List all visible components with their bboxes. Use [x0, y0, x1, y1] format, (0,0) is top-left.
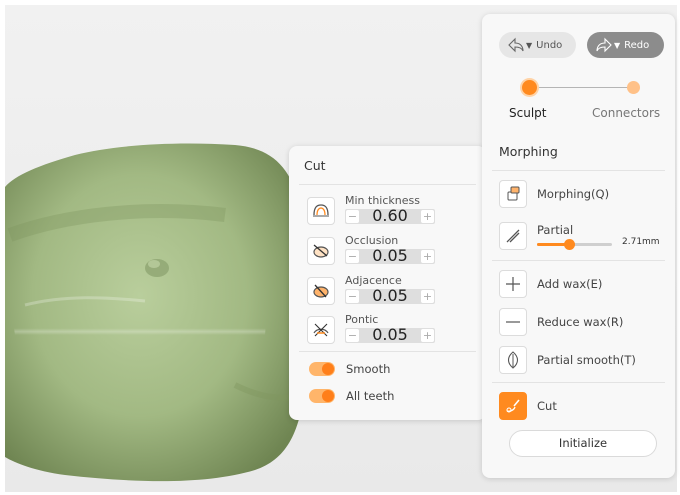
- smooth-label: Smooth: [346, 362, 391, 376]
- undo-label: Undo: [536, 39, 563, 51]
- tools-panel: ▼ Undo ▼ Redo Sculpt Connectors Morphing…: [482, 14, 675, 478]
- all-teeth-toggle-row: All teeth: [309, 388, 469, 404]
- increment-button[interactable]: +: [421, 329, 434, 342]
- divider: [492, 170, 665, 171]
- all-teeth-label: All teeth: [346, 389, 395, 403]
- partial-slider[interactable]: [537, 239, 612, 250]
- partial-icon: [499, 222, 527, 250]
- partial-label: Partial: [537, 223, 574, 237]
- divider: [492, 382, 665, 383]
- decrement-button[interactable]: −: [346, 210, 359, 223]
- increment-button[interactable]: +: [421, 290, 434, 303]
- redo-button[interactable]: ▼ Redo: [587, 32, 664, 58]
- step-connectors-label[interactable]: Connectors: [592, 106, 660, 120]
- step-sculpt-dot[interactable]: [522, 80, 537, 95]
- increment-button[interactable]: +: [421, 210, 434, 223]
- morphing-section-title: Morphing: [499, 144, 558, 159]
- add-wax-label: Add wax(E): [537, 277, 603, 291]
- divider: [492, 260, 665, 261]
- partial-value: 2.71mm: [622, 237, 660, 247]
- smooth-toggle[interactable]: [309, 362, 335, 376]
- minus-icon: [499, 308, 527, 336]
- undo-button[interactable]: ▼ Undo: [499, 32, 576, 58]
- divider: [299, 351, 476, 352]
- undo-icon: [508, 37, 524, 53]
- reduce-wax-label: Reduce wax(R): [537, 315, 624, 329]
- reduce-wax-tool[interactable]: Reduce wax(R): [499, 308, 664, 338]
- divider: [299, 184, 476, 185]
- smooth-toggle-row: Smooth: [309, 361, 469, 377]
- decrement-button[interactable]: −: [346, 290, 359, 303]
- cut-label: Cut: [537, 399, 557, 413]
- pontic-icon[interactable]: [307, 316, 335, 344]
- decrement-button[interactable]: −: [346, 250, 359, 263]
- chevron-down-icon: ▼: [526, 40, 533, 50]
- partial-smooth-label: Partial smooth(T): [537, 353, 636, 367]
- morphing-label: Morphing(Q): [537, 187, 610, 201]
- adjacence-stepper[interactable]: − 0.05 +: [345, 286, 435, 305]
- cut-icon: [499, 392, 527, 420]
- step-connectors-dot[interactable]: [627, 81, 640, 94]
- step-sculpt-label[interactable]: Sculpt: [509, 106, 546, 120]
- initialize-button[interactable]: Initialize: [509, 430, 657, 457]
- occlusion-value[interactable]: 0.05: [359, 246, 421, 265]
- pontic-stepper[interactable]: − 0.05 +: [345, 325, 435, 344]
- redo-icon: [596, 37, 612, 53]
- increment-button[interactable]: +: [421, 250, 434, 263]
- min-thickness-icon[interactable]: [307, 197, 335, 225]
- all-teeth-toggle[interactable]: [309, 389, 335, 403]
- cut-tool[interactable]: Cut: [499, 392, 664, 422]
- occlusion-stepper[interactable]: − 0.05 +: [345, 246, 435, 265]
- adjacence-value[interactable]: 0.05: [359, 286, 421, 305]
- chevron-down-icon: ▼: [614, 40, 621, 50]
- adjacence-param: Adjacence − 0.05 +: [307, 274, 472, 310]
- redo-label: Redo: [624, 39, 650, 51]
- add-wax-tool[interactable]: Add wax(E): [499, 270, 664, 300]
- adjacence-icon[interactable]: [307, 277, 335, 305]
- morphing-tool[interactable]: Morphing(Q): [499, 180, 664, 210]
- morphing-icon: [499, 180, 527, 208]
- occlusion-param: Occlusion − 0.05 +: [307, 234, 472, 270]
- pontic-param: Pontic − 0.05 +: [307, 313, 472, 349]
- min-thickness-param: Min thickness − 0.60 +: [307, 194, 472, 230]
- leaf-icon: [499, 346, 527, 374]
- partial-smooth-tool[interactable]: Partial smooth(T): [499, 346, 664, 376]
- occlusion-icon[interactable]: [307, 237, 335, 265]
- plus-icon: [499, 270, 527, 298]
- cut-panel-title: Cut: [304, 158, 326, 173]
- step-connector-line: [529, 87, 632, 88]
- min-thickness-value[interactable]: 0.60: [359, 206, 421, 225]
- pontic-value[interactable]: 0.05: [359, 325, 421, 344]
- cut-panel: Cut Min thickness − 0.60 + Occlusion − 0…: [289, 146, 486, 420]
- min-thickness-stepper[interactable]: − 0.60 +: [345, 206, 435, 225]
- decrement-button[interactable]: −: [346, 329, 359, 342]
